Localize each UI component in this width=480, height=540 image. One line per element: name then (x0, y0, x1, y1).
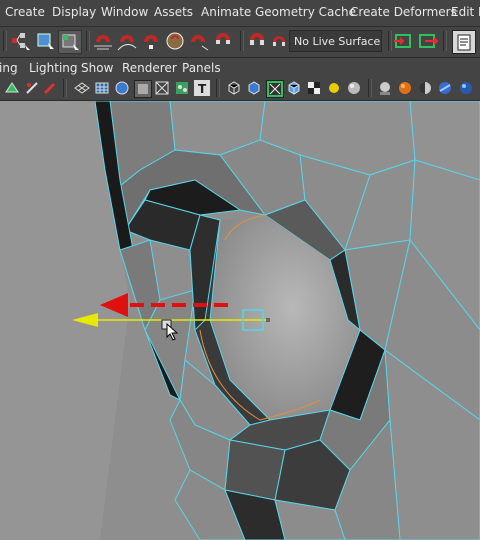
mouse-cursor-icon (166, 323, 179, 341)
select-by-hierarchy-icon[interactable] (10, 30, 32, 52)
camera-attributes-icon[interactable] (24, 80, 40, 96)
make-live-icon[interactable] (188, 30, 210, 52)
menu-create[interactable]: Create (5, 5, 45, 19)
shelf-separator (443, 31, 447, 51)
magnet-icon[interactable] (212, 30, 234, 52)
snap-to-curve-icon[interactable] (116, 30, 138, 52)
svg-text:T: T (198, 82, 207, 96)
toolbar-separator (368, 79, 372, 97)
panel-menu-panels[interactable]: Panels (182, 61, 221, 75)
input-ops-icon[interactable] (393, 30, 415, 52)
live-surface-field[interactable]: No Live Surface (289, 30, 382, 52)
snap-to-view-plane-icon[interactable] (164, 30, 186, 52)
anti-alias-icon[interactable] (397, 80, 413, 96)
menu-geometry-cache[interactable]: Geometry Cache (255, 5, 356, 19)
status-line: No Live Surface (0, 27, 480, 58)
grid-icon[interactable] (74, 80, 90, 96)
select-by-object-icon[interactable] (34, 30, 56, 52)
snap-to-point-icon[interactable] (140, 30, 162, 52)
gate-mask-icon[interactable] (458, 80, 474, 96)
menu-animate[interactable]: Animate (201, 5, 251, 19)
backface-culling-icon[interactable] (286, 80, 302, 96)
move-direction-arrow (100, 293, 232, 317)
select-camera-icon[interactable] (4, 80, 20, 96)
bounding-box-icon[interactable] (154, 80, 170, 96)
wireframe-icon[interactable] (94, 80, 110, 96)
viewport-3d[interactable] (0, 101, 480, 540)
select-by-component-icon[interactable] (58, 30, 82, 54)
shelf-separator (388, 31, 392, 51)
use-lights-icon[interactable] (226, 80, 242, 96)
text-icon[interactable]: T (194, 80, 210, 96)
flat-shade-icon[interactable] (134, 80, 152, 98)
toolbar-separator (63, 79, 67, 97)
menu-window[interactable]: Window (101, 5, 148, 19)
ambient-occlusion-icon[interactable] (326, 80, 342, 96)
panel-menu-bar: ing Lighting Show Renderer Panels (0, 58, 480, 78)
menu-display[interactable]: Display (52, 5, 96, 19)
texture-icon[interactable] (174, 80, 190, 96)
shelf-separator (86, 31, 90, 51)
isolate-select-icon[interactable] (246, 80, 262, 96)
menu-assets[interactable]: Assets (154, 5, 193, 19)
panel-menu-shading[interactable]: ing (0, 61, 18, 75)
film-gate-icon[interactable] (437, 80, 453, 96)
main-menu-bar: Create Display Window Assets Animate Geo… (0, 0, 480, 27)
magnet-point-icon[interactable] (246, 30, 268, 52)
construction-history-icon[interactable] (452, 30, 476, 54)
make-live-surface-icon[interactable] (268, 30, 290, 52)
panel-menu-lighting[interactable]: Lighting (29, 61, 78, 75)
shelf-separator (3, 31, 7, 51)
panel-menu-renderer[interactable]: Renderer (122, 61, 177, 75)
xray-icon[interactable] (266, 80, 284, 98)
shelf-separator (240, 31, 244, 51)
snap-to-grid-icon[interactable] (92, 30, 114, 52)
output-ops-icon[interactable] (417, 30, 439, 52)
menu-edit-deformers[interactable]: Edit D (451, 5, 480, 19)
motion-blur-icon[interactable] (346, 80, 362, 96)
toolbar-separator (216, 79, 220, 97)
multisample-icon[interactable] (377, 80, 393, 96)
smooth-shade-icon[interactable] (114, 80, 130, 96)
menu-create-deformers[interactable]: Create Deformers (350, 5, 457, 19)
bookmarks-icon[interactable] (42, 80, 58, 96)
resolution-gate-icon[interactable] (417, 80, 433, 96)
panel-menu-show[interactable]: Show (81, 61, 113, 75)
shadows-icon[interactable] (306, 80, 322, 96)
panel-toolbar: T (0, 78, 480, 101)
